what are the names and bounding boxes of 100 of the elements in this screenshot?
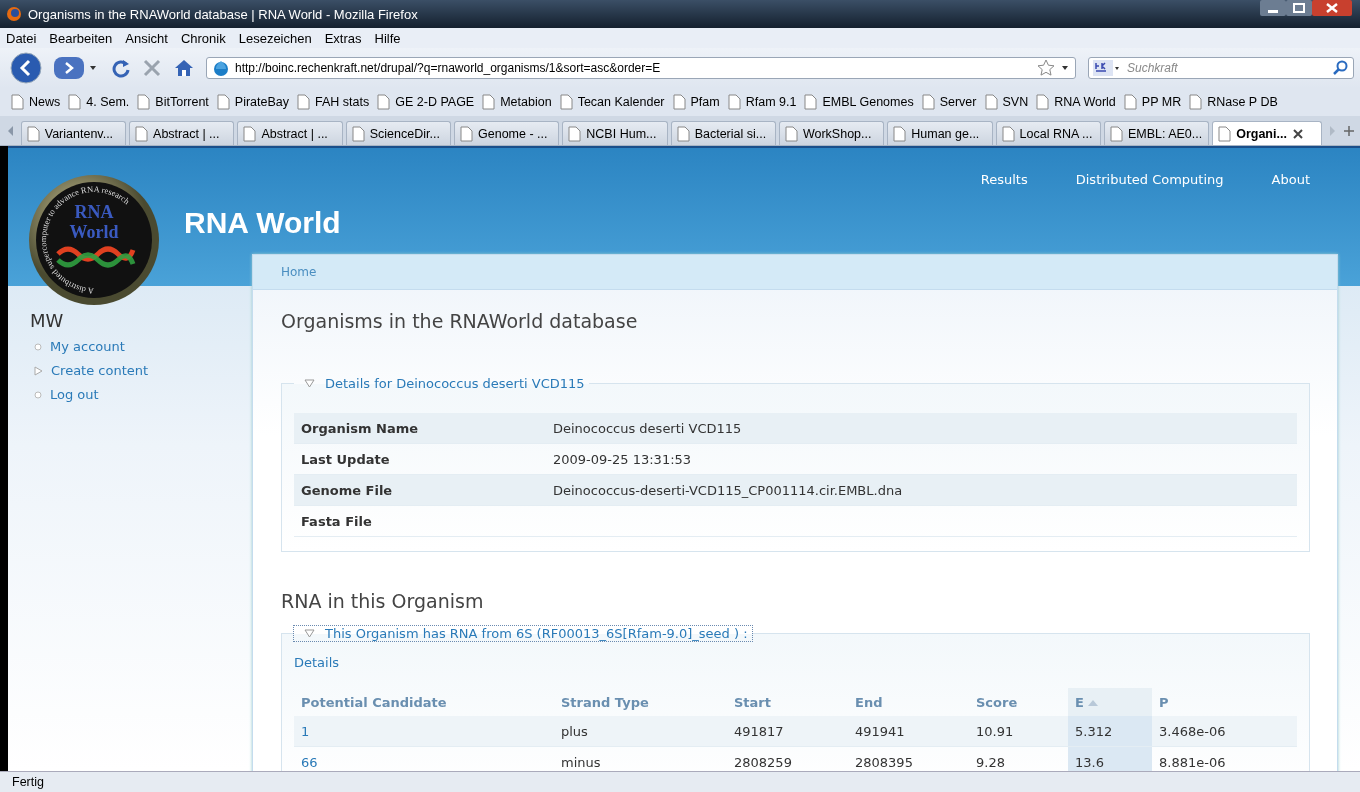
- fieldset-toggle[interactable]: Details for Deinococcus deserti VCD115: [294, 376, 589, 391]
- field-value: Deinococcus deserti VCD115: [546, 413, 1297, 444]
- new-tab-icon[interactable]: [1342, 123, 1356, 138]
- menu-item[interactable]: Ansicht: [125, 30, 168, 46]
- site-icon: [213, 60, 229, 76]
- browser-tab[interactable]: Local RNA ...: [995, 121, 1101, 145]
- page-icon: [67, 94, 82, 110]
- bookmark[interactable]: News: [10, 94, 61, 110]
- close-icon[interactable]: [1312, 0, 1352, 16]
- page-icon: [10, 94, 24, 110]
- dropdown-icon[interactable]: [1061, 64, 1069, 72]
- page-icon: [1108, 125, 1123, 142]
- bookmark[interactable]: Pfam: [671, 94, 720, 110]
- nav-link[interactable]: Distributed Computing: [1075, 172, 1224, 187]
- bookmark[interactable]: Tecan Kalender: [558, 94, 665, 110]
- bookmark[interactable]: PirateBay: [215, 94, 290, 110]
- page-icon: [671, 94, 686, 110]
- page-icon: [558, 94, 573, 110]
- page-icon: [481, 94, 496, 110]
- menu-item[interactable]: Extras: [324, 30, 362, 46]
- sidebar-link[interactable]: Create content: [51, 363, 149, 378]
- table-cell: 13.6: [1068, 746, 1152, 771]
- bookmark[interactable]: RNA World: [1035, 94, 1116, 110]
- sidebar-link[interactable]: Log out: [50, 387, 99, 402]
- browser-tab[interactable]: Organi...: [1212, 121, 1323, 145]
- home-icon[interactable]: [174, 58, 194, 78]
- candidate-link[interactable]: 1: [301, 723, 310, 739]
- page-icon: [1188, 94, 1203, 110]
- browser-tab[interactable]: EMBL: AE0...: [1103, 121, 1210, 145]
- menu-item[interactable]: Chronik: [180, 30, 226, 46]
- browser-tab[interactable]: Genome - ...: [454, 121, 560, 145]
- bullet-icon: [34, 342, 42, 351]
- page-icon: [136, 94, 151, 110]
- page-icon: [726, 94, 741, 110]
- search-icon[interactable]: [1333, 60, 1349, 76]
- browser-tab[interactable]: Variantenv...: [20, 121, 127, 145]
- field-label: Organism Name: [294, 413, 546, 444]
- bookmark[interactable]: Metabion: [481, 94, 552, 110]
- nav-link[interactable]: About: [1271, 172, 1310, 187]
- field-label: Fasta File: [294, 505, 546, 537]
- bookmark[interactable]: Rfam 9.1: [726, 94, 797, 110]
- browser-tab[interactable]: ScienceDir...: [345, 121, 451, 145]
- maximize-icon[interactable]: [1286, 0, 1312, 16]
- window-title: Organisms in the RNAWorld database | RNA World - Mozilla Firefox: [28, 6, 419, 22]
- field-label: Genome File: [294, 474, 546, 506]
- menu-item[interactable]: Bearbeiten: [49, 30, 113, 46]
- field-value: Deinococcus-deserti-VCD115_CP001114.cir.EMBL.dna: [546, 474, 1297, 506]
- page-icon: [1217, 125, 1232, 142]
- page-icon: [350, 125, 365, 142]
- page-icon: [459, 125, 473, 142]
- address-field[interactable]: http://boinc.rechenkraft.net/drupal/?q=rnaworld_organisms/1&sort=asc&order=E: [206, 57, 1076, 79]
- back-icon[interactable]: [10, 52, 42, 84]
- page-icon: [242, 125, 257, 142]
- field-value: 2009-09-25 13:31:53: [546, 443, 1297, 475]
- forward-icon[interactable]: [54, 57, 98, 79]
- browser-tab[interactable]: Abstract | ...: [129, 121, 235, 145]
- browser-tab[interactable]: Human ge...: [887, 121, 993, 145]
- search-engine-icon[interactable]: [1093, 60, 1121, 76]
- candidate-link[interactable]: 66: [301, 754, 318, 770]
- page-icon: [1122, 94, 1137, 110]
- bookmark[interactable]: Server: [920, 94, 977, 110]
- bookmark[interactable]: PP MR: [1122, 94, 1182, 110]
- sidebar-link[interactable]: My account: [50, 339, 125, 354]
- page-icon: [783, 125, 798, 142]
- search-field[interactable]: Suchkraft: [1088, 57, 1354, 79]
- status-text: Fertig: [12, 775, 44, 789]
- close-tab-icon[interactable]: [1291, 127, 1304, 140]
- browser-tab[interactable]: Abstract | ...: [237, 121, 343, 145]
- browser-tab[interactable]: Bacterial si...: [670, 121, 776, 145]
- table-cell: 491817: [727, 716, 848, 747]
- bookmark[interactable]: SVN: [983, 94, 1029, 110]
- reload-icon[interactable]: [110, 58, 130, 78]
- page-icon: [1000, 125, 1015, 142]
- details-link[interactable]: Details: [294, 655, 1297, 670]
- expanded-triangle-icon: [304, 378, 315, 389]
- page-icon: [1035, 94, 1050, 110]
- expanded-triangle-icon: [304, 628, 315, 639]
- bookmark[interactable]: EMBL Genomes: [803, 94, 914, 110]
- minimize-icon[interactable]: [1260, 0, 1286, 16]
- bookmark[interactable]: BitTorrent: [136, 94, 209, 110]
- bookmark[interactable]: RNase P DB: [1188, 94, 1278, 110]
- page-icon: [134, 125, 149, 142]
- bookmark[interactable]: GE 2-D PAGE: [376, 94, 475, 110]
- star-icon[interactable]: [1037, 59, 1055, 77]
- section-heading: RNA in this Organism: [281, 590, 485, 612]
- browser-logo-icon: [6, 6, 22, 22]
- page-icon: [567, 125, 582, 142]
- table-cell: 491941: [848, 716, 969, 747]
- bullet-icon: [34, 390, 42, 399]
- browser-tab[interactable]: WorkShop...: [778, 121, 885, 145]
- bookmark[interactable]: 4. Sem.: [67, 94, 130, 110]
- browser-tab[interactable]: NCBI Hum...: [562, 121, 668, 145]
- field-label: Last Update: [294, 443, 546, 475]
- nav-link[interactable]: Results: [980, 172, 1028, 187]
- table-cell: 5.312: [1068, 716, 1152, 747]
- menu-item[interactable]: Lesezeichen: [238, 30, 312, 46]
- bookmark[interactable]: FAH stats: [296, 94, 370, 110]
- fieldset-toggle[interactable]: This Organism has RNA from 6S (RF00013_6S[Rfam-9.0]_seed ) :: [294, 626, 752, 641]
- menu-item[interactable]: Datei: [6, 30, 37, 46]
- menu-item[interactable]: Hilfe: [374, 30, 401, 46]
